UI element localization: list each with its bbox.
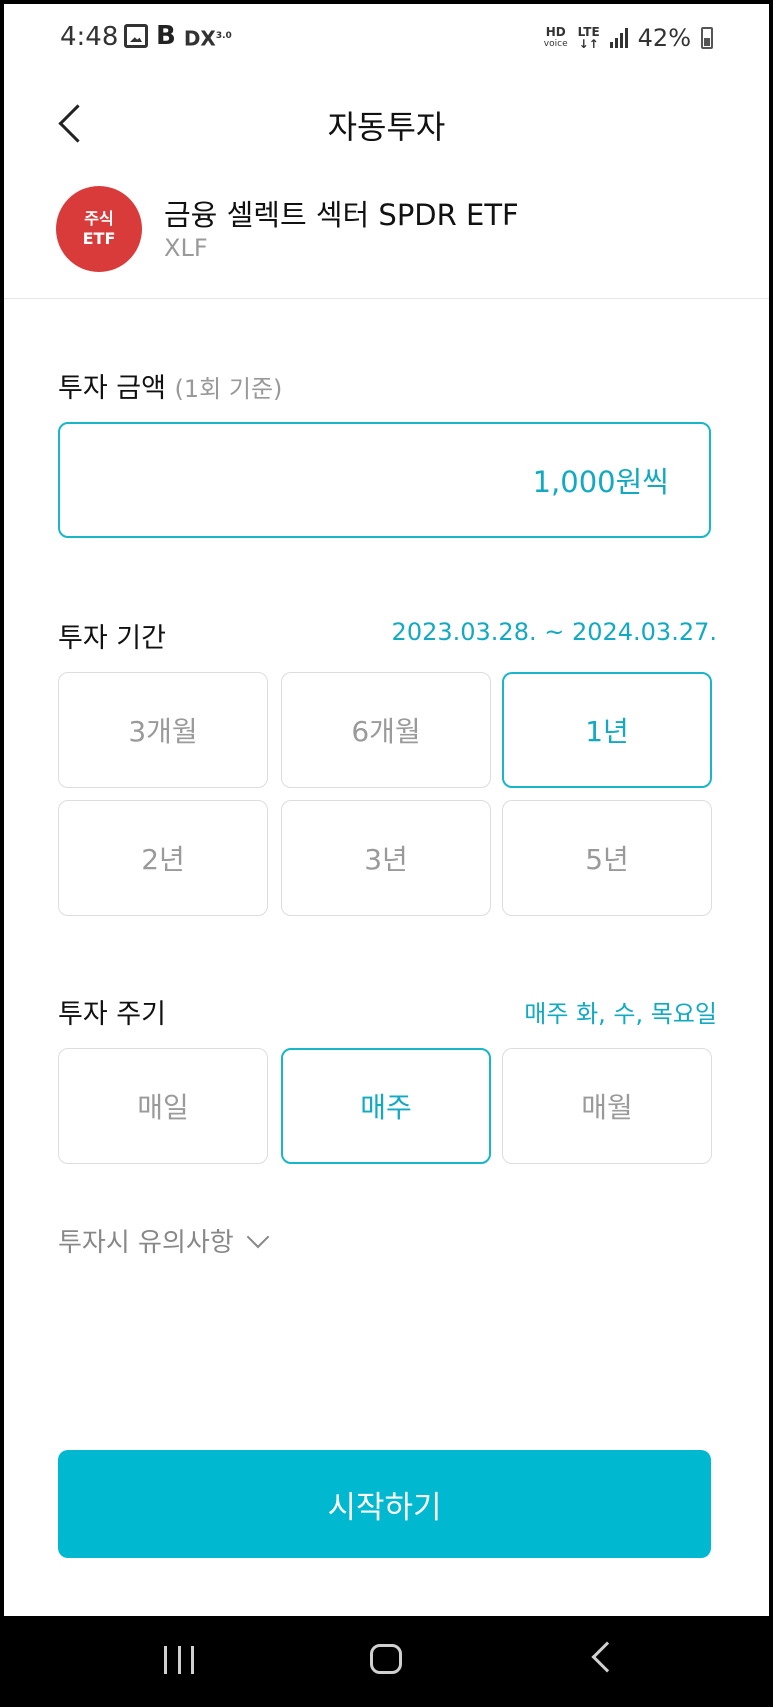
- period-option-5y[interactable]: 5년: [502, 800, 712, 916]
- signal-icon: [609, 28, 628, 48]
- navigation-bar: [4, 1616, 769, 1703]
- status-bar: 4:48 B DX3.0 HD voice LTE ↓↑ 42%: [4, 4, 769, 74]
- product-badge: 주식 ETF: [56, 186, 142, 272]
- product-ticker: XLF: [164, 234, 208, 262]
- status-icons-left: B DX3.0: [124, 21, 232, 51]
- cycle-option-weekly[interactable]: 매주: [281, 1048, 491, 1164]
- period-option-3y[interactable]: 3년: [281, 800, 491, 916]
- dx-icon: DX3.0: [183, 24, 232, 51]
- gallery-icon: [124, 24, 148, 48]
- cycle-detail: 매주 화, 수, 목요일: [524, 1000, 717, 1028]
- start-button[interactable]: 시작하기: [58, 1450, 711, 1558]
- lte-icon: LTE ↓↑: [578, 26, 600, 50]
- header: 자동투자: [4, 84, 769, 164]
- status-icons-right: HD voice LTE ↓↑ 42%: [544, 24, 713, 52]
- product-name: 금융 셀렉트 섹터 SPDR ETF: [164, 198, 519, 232]
- cycle-option-monthly[interactable]: 매월: [502, 1048, 712, 1164]
- badge-line2: ETF: [82, 229, 116, 248]
- period-range: 2023.03.28. ~ 2024.03.27.: [391, 618, 717, 646]
- cycle-option-daily[interactable]: 매일: [58, 1048, 268, 1164]
- amount-label: 투자 금액 (1회 기준): [58, 366, 282, 405]
- chevron-down-icon: [246, 1225, 270, 1248]
- home-icon[interactable]: [370, 1644, 402, 1674]
- period-option-6m[interactable]: 6개월: [281, 672, 491, 788]
- page-title: 자동투자: [327, 108, 446, 146]
- recent-apps-icon[interactable]: [164, 1646, 194, 1674]
- nav-back-icon[interactable]: [591, 1641, 623, 1673]
- amount-input[interactable]: [58, 422, 711, 538]
- hd-voice-icon: HD voice: [544, 26, 568, 50]
- amount-label-text: 투자 금액: [58, 373, 166, 404]
- hd-sub-label: voice: [543, 39, 568, 49]
- back-arrow-icon[interactable]: [52, 102, 92, 146]
- hd-label: HD: [545, 25, 566, 39]
- divider: [4, 298, 769, 299]
- battery-percent: 42%: [637, 24, 691, 52]
- cycle-label: 투자 주기: [58, 999, 166, 1030]
- status-time: 4:48: [60, 22, 119, 52]
- period-option-1y[interactable]: 1년: [502, 672, 712, 788]
- period-label: 투자 기간: [58, 623, 166, 654]
- period-option-2y[interactable]: 2년: [58, 800, 268, 916]
- notice-label: 투자시 유의사항: [58, 1228, 234, 1258]
- lte-arrows: ↓↑: [578, 37, 599, 51]
- battery-icon: [701, 27, 713, 49]
- phone-screen: 4:48 B DX3.0 HD voice LTE ↓↑ 42% 자동투자 주식…: [4, 4, 769, 1703]
- dx-version: 3.0: [215, 31, 232, 41]
- notice-toggle[interactable]: 투자시 유의사항: [58, 1222, 270, 1259]
- product-info: 주식 ETF 금융 셀렉트 섹터 SPDR ETF XLF: [56, 186, 736, 276]
- dx-label: DX: [183, 26, 216, 51]
- b-app-icon: B: [156, 21, 176, 51]
- badge-line1: 주식: [84, 209, 114, 228]
- amount-sublabel: (1회 기준): [174, 375, 283, 403]
- period-option-3m[interactable]: 3개월: [58, 672, 268, 788]
